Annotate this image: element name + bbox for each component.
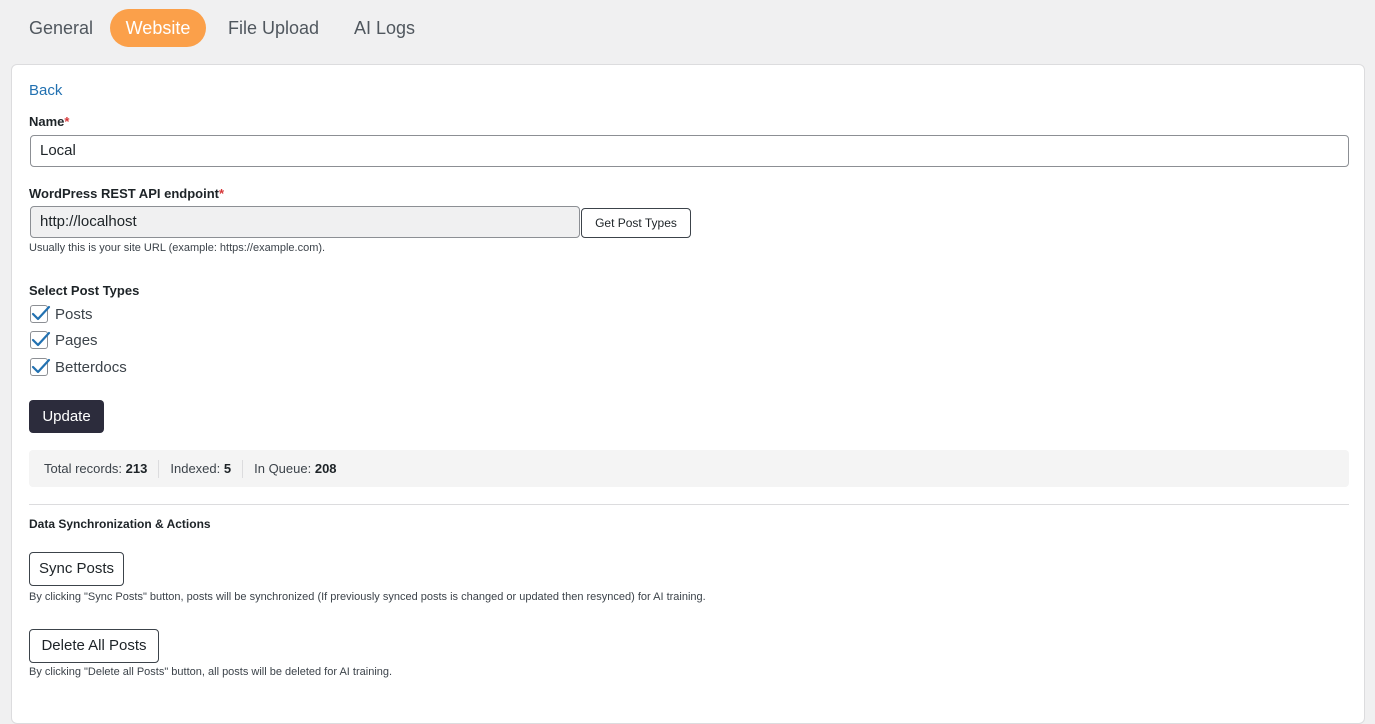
checkbox-label: Betterdocs bbox=[55, 358, 127, 376]
stat-indexed-value: 5 bbox=[223, 460, 232, 476]
divider bbox=[29, 504, 1349, 505]
stat-indexed-label: Indexed: bbox=[170, 460, 221, 476]
name-label: Name* bbox=[29, 114, 69, 129]
post-type-betterdocs[interactable]: Betterdocs bbox=[30, 356, 127, 378]
stats-bar: Total records: 213 Indexed: 5 In Queue: … bbox=[29, 450, 1349, 487]
stat-total-value: 213 bbox=[125, 460, 148, 476]
tab-ai-logs[interactable]: AI Logs bbox=[336, 9, 433, 47]
stat-total-label: Total records: bbox=[44, 460, 123, 476]
name-input[interactable]: Local bbox=[30, 135, 1349, 167]
stat-queue-value: 208 bbox=[314, 460, 337, 476]
checkmark-icon bbox=[31, 305, 51, 321]
tab-bar: General Website File Upload AI Logs bbox=[0, 0, 1375, 62]
stat-queue-label: In Queue: bbox=[254, 460, 312, 476]
endpoint-label-text: WordPress REST API endpoint bbox=[29, 186, 219, 201]
checkbox-label: Posts bbox=[55, 305, 93, 323]
tab-website[interactable]: Website bbox=[110, 9, 206, 47]
endpoint-label: WordPress REST API endpoint* bbox=[29, 186, 224, 201]
sync-section-title: Data Synchronization & Actions bbox=[29, 517, 211, 531]
checkmark-icon bbox=[31, 358, 51, 374]
endpoint-input[interactable]: http://localhost bbox=[30, 206, 580, 238]
delete-hint: By clicking "Delete all Posts" button, a… bbox=[29, 666, 393, 678]
back-link[interactable]: Back bbox=[29, 82, 62, 99]
checkmark-icon bbox=[31, 331, 51, 347]
website-settings-card: Back Name* Local WordPress REST API endp… bbox=[11, 64, 1365, 724]
checkbox-posts[interactable] bbox=[30, 305, 51, 323]
endpoint-hint: Usually this is your site URL (example: … bbox=[29, 242, 326, 254]
required-mark: * bbox=[64, 114, 70, 129]
tab-general[interactable]: General bbox=[11, 9, 111, 47]
name-label-text: Name bbox=[29, 114, 65, 129]
post-type-posts[interactable]: Posts bbox=[30, 303, 93, 325]
stat-indexed: Indexed: 5 bbox=[158, 459, 242, 478]
sync-posts-button[interactable]: Sync Posts bbox=[29, 552, 124, 586]
post-type-pages[interactable]: Pages bbox=[30, 329, 98, 351]
checkbox-pages[interactable] bbox=[30, 331, 51, 349]
select-post-types-label: Select Post Types bbox=[29, 283, 140, 298]
required-mark: * bbox=[218, 186, 225, 201]
stat-total: Total records: 213 bbox=[44, 460, 158, 478]
checkbox-label: Pages bbox=[55, 331, 98, 349]
tab-file-upload[interactable]: File Upload bbox=[210, 9, 337, 47]
checkbox-betterdocs[interactable] bbox=[30, 358, 51, 376]
update-button[interactable]: Update bbox=[29, 400, 104, 433]
sync-hint: By clicking "Sync Posts" button, posts w… bbox=[29, 591, 706, 603]
get-post-types-button[interactable]: Get Post Types bbox=[581, 208, 691, 238]
stat-queue: In Queue: 208 bbox=[242, 459, 347, 478]
delete-all-posts-button[interactable]: Delete All Posts bbox=[29, 629, 159, 663]
